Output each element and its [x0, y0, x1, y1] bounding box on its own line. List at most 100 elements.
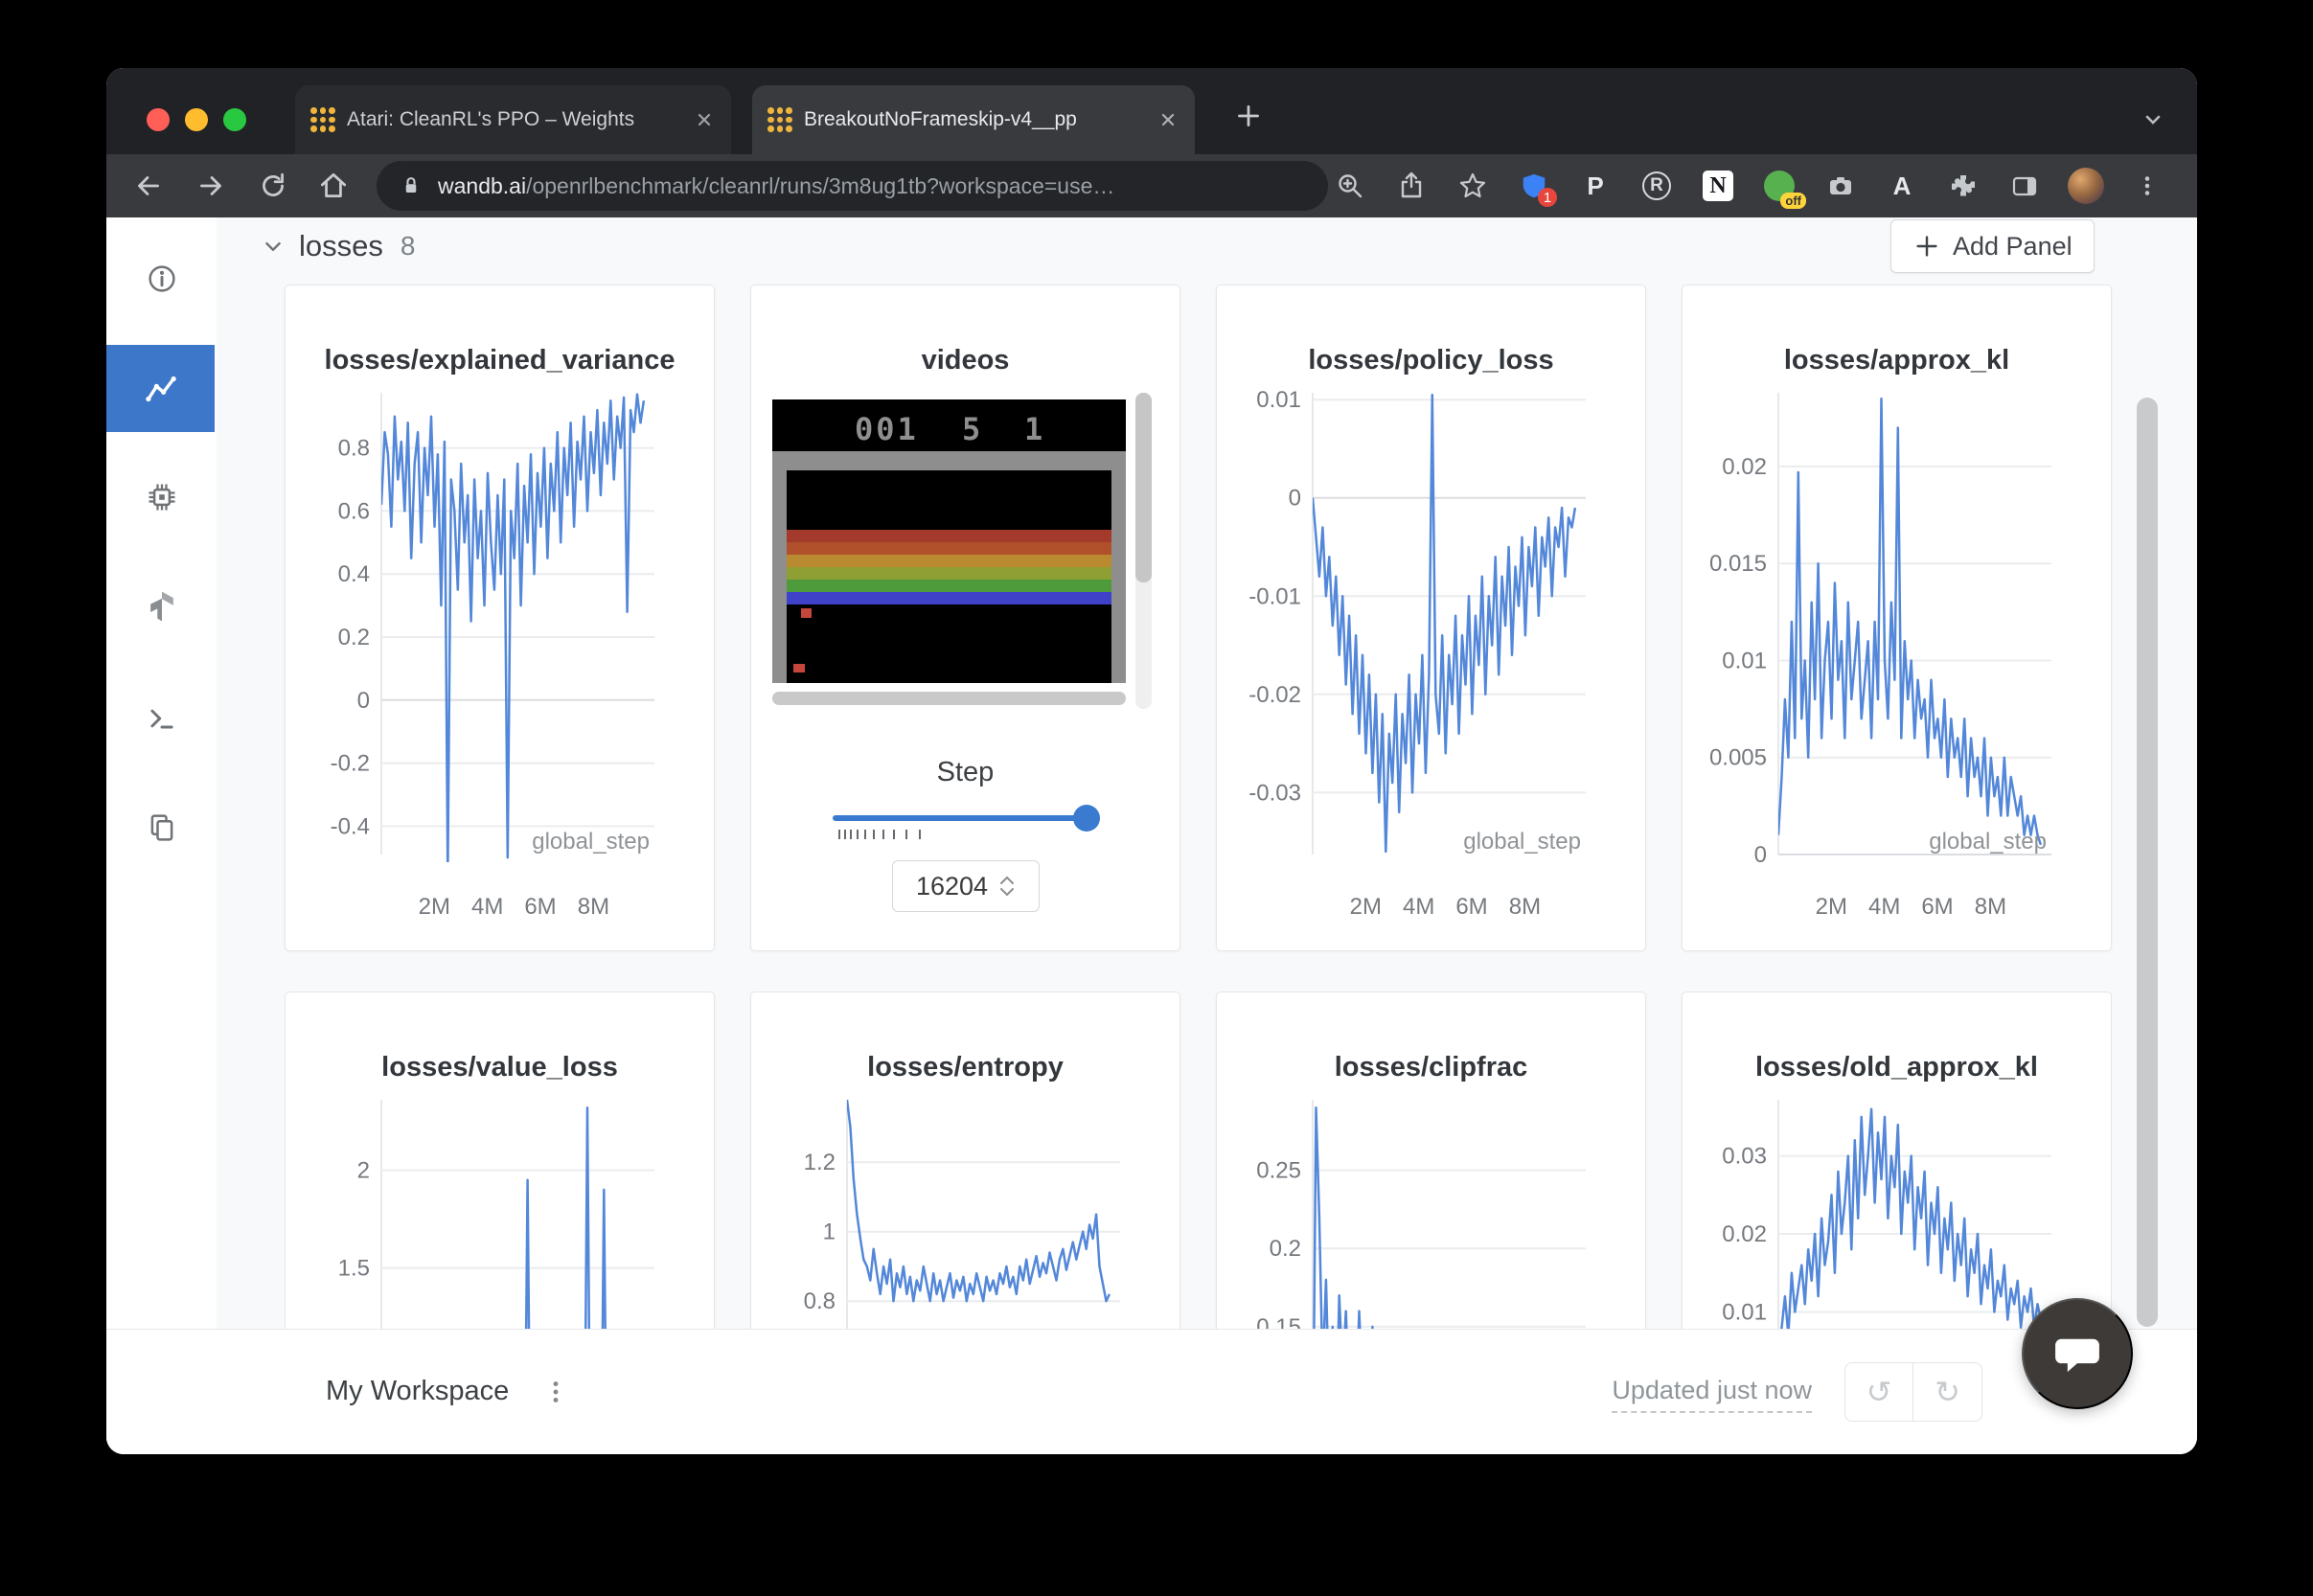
atari-breakout-video-frame[interactable]: 001 5 1: [772, 399, 1126, 683]
panel-losses-policy-loss[interactable]: losses/policy_loss 0.010-0.01-0.02-0.032…: [1216, 285, 1646, 951]
panel-title: videos: [751, 345, 1179, 376]
step-input[interactable]: 16204: [892, 860, 1040, 912]
macos-close-button[interactable]: [147, 108, 170, 131]
tensorflow-icon: [144, 588, 180, 625]
chevron-down-icon: [999, 887, 1015, 897]
panel-title: losses/clipfrac: [1217, 1052, 1645, 1083]
panel-title: losses/old_approx_kl: [1683, 1052, 2111, 1083]
panel-losses-clipfrac[interactable]: losses/clipfrac 0.250.20.150.12M4M6M8Mgl…: [1216, 992, 1646, 1329]
add-panel-label: Add Panel: [1953, 232, 2073, 262]
sidebar-item-logs[interactable]: [106, 688, 217, 749]
content-scrollbar[interactable]: [2137, 398, 2158, 1327]
panel-title: losses/value_loss: [286, 1052, 714, 1083]
sidebar-item-system[interactable]: [106, 467, 217, 528]
workspace-menu-kebab-button[interactable]: [539, 1374, 572, 1410]
home-button[interactable]: [312, 165, 355, 207]
panel-losses-explained-variance[interactable]: losses/explained_variance 0.80.60.40.20-…: [285, 285, 715, 951]
panel-losses-entropy[interactable]: losses/entropy 1.210.80.62M4M6M8Mglobal_…: [750, 992, 1180, 1329]
slider-tick-mark: [850, 830, 852, 839]
svg-text:0: 0: [1754, 842, 1767, 868]
section-header-losses[interactable]: losses 8: [259, 225, 415, 267]
add-panel-button[interactable]: Add Panel: [1890, 219, 2095, 273]
slider-tick-mark: [844, 830, 846, 839]
line-chart: 0.250.20.150.12M4M6M8Mglobal_step: [1217, 992, 1647, 1329]
slider-ticks: [833, 830, 1098, 841]
workspace-title: My Workspace: [326, 1376, 509, 1407]
sidebar-item-charts[interactable]: [106, 345, 215, 432]
tab-title: Atari: CleanRL's PPO – Weights: [347, 108, 681, 131]
wandb-favicon-icon: [310, 107, 335, 132]
svg-text:0: 0: [357, 688, 370, 714]
extension-p-icon[interactable]: P: [1576, 167, 1615, 205]
extension-grammar-icon[interactable]: A: [1883, 167, 1921, 205]
side-panel-button[interactable]: [2005, 167, 2044, 205]
macos-minimize-button[interactable]: [185, 108, 208, 131]
tab-close-icon[interactable]: [693, 108, 716, 131]
svg-text:0.4: 0.4: [338, 561, 370, 587]
step-slider-thumb[interactable]: [1073, 805, 1100, 832]
extensions-puzzle-button[interactable]: [1944, 167, 1982, 205]
sidebar-item-model[interactable]: [106, 576, 217, 637]
extension-notion-icon[interactable]: N: [1699, 167, 1737, 205]
svg-text:-0.4: -0.4: [331, 813, 370, 839]
extension-r-icon[interactable]: R: [1637, 167, 1676, 205]
extension-adblock-icon[interactable]: off: [1760, 167, 1798, 205]
svg-text:0.005: 0.005: [1709, 745, 1767, 771]
share-button[interactable]: [1392, 167, 1431, 205]
back-button[interactable]: [127, 165, 170, 207]
chevron-down-icon: [259, 232, 287, 261]
svg-text:6M: 6M: [524, 894, 556, 920]
url-domain: wandb.ai: [438, 173, 526, 198]
panel-losses-old-approx-kl[interactable]: losses/old_approx_kl 0.030.020.012M4M6M8…: [1682, 992, 2112, 1329]
avatar-image: [2068, 168, 2104, 204]
zoom-button[interactable]: [1331, 167, 1369, 205]
tab-atari-cleanrl[interactable]: Atari: CleanRL's PPO – Weights: [295, 85, 731, 154]
extension-off-badge: off: [1780, 193, 1806, 209]
line-chart: 0.80.60.40.20-0.2-0.42M4M6M8Mglobal_step: [286, 285, 716, 952]
sidebar-item-files[interactable]: [106, 797, 217, 858]
bookmark-star-button[interactable]: [1454, 167, 1492, 205]
forward-button[interactable]: [190, 165, 232, 207]
new-tab-button[interactable]: [1225, 93, 1271, 139]
lock-icon: [398, 172, 424, 199]
section-label: losses: [299, 229, 383, 263]
profile-avatar[interactable]: [2067, 167, 2105, 205]
support-chat-button[interactable]: [2022, 1298, 2133, 1409]
tab-breakout-run[interactable]: BreakoutNoFrameskip-v4__pp: [752, 85, 1195, 154]
tab-close-icon[interactable]: [1156, 108, 1179, 131]
video-horizontal-scrollbar[interactable]: [772, 692, 1126, 705]
breakout-right-wall: [1111, 451, 1126, 683]
section-count: 8: [401, 231, 416, 262]
workspace-footer: My Workspace Updated just now ↺ ↻: [106, 1329, 2197, 1454]
undo-button[interactable]: ↺: [1844, 1362, 1913, 1422]
svg-text:0.15: 0.15: [1256, 1314, 1301, 1329]
tab-search-chevron-icon[interactable]: [2132, 99, 2174, 141]
svg-text:0.8: 0.8: [804, 1288, 836, 1314]
panel-losses-value-loss[interactable]: losses/value_loss 21.510.52M4M6M8Mglobal…: [285, 992, 715, 1329]
sidebar-item-overview[interactable]: [106, 248, 217, 309]
svg-text:0.03: 0.03: [1722, 1144, 1767, 1170]
reload-button[interactable]: [252, 165, 294, 207]
extension-letter: N: [1703, 171, 1733, 201]
extension-letter: R: [1642, 171, 1671, 200]
browser-menu-kebab-button[interactable]: [2128, 167, 2166, 205]
stepper-arrows[interactable]: [999, 876, 1015, 897]
panel-title: losses/approx_kl: [1683, 345, 2111, 376]
workspace-main: losses 8 Add Panel losses/explained_vari…: [217, 217, 2197, 1329]
svg-text:4M: 4M: [471, 894, 503, 920]
redo-button[interactable]: ↻: [1913, 1362, 1982, 1422]
svg-text:0.2: 0.2: [1270, 1236, 1301, 1262]
line-chart: 0.020.0150.010.00502M4M6M8Mglobal_step: [1683, 285, 2113, 952]
macos-zoom-button[interactable]: [223, 108, 246, 131]
extension-password-manager-icon[interactable]: 1: [1515, 167, 1553, 205]
url-bar[interactable]: wandb.ai/openrlbenchmark/cleanrl/runs/3m…: [377, 161, 1328, 211]
slider-tick-mark: [873, 830, 875, 839]
extension-camera-icon[interactable]: [1821, 167, 1860, 205]
video-vertical-scrollbar[interactable]: [1135, 393, 1152, 709]
panel-videos[interactable]: videos 001 5 1: [750, 285, 1180, 951]
step-slider[interactable]: [833, 812, 1098, 824]
panel-title: losses/explained_variance: [286, 345, 714, 376]
panel-losses-approx-kl[interactable]: losses/approx_kl 0.020.0150.010.00502M4M…: [1682, 285, 2112, 951]
slider-tick-mark: [857, 830, 859, 839]
step-label: Step: [751, 757, 1179, 788]
